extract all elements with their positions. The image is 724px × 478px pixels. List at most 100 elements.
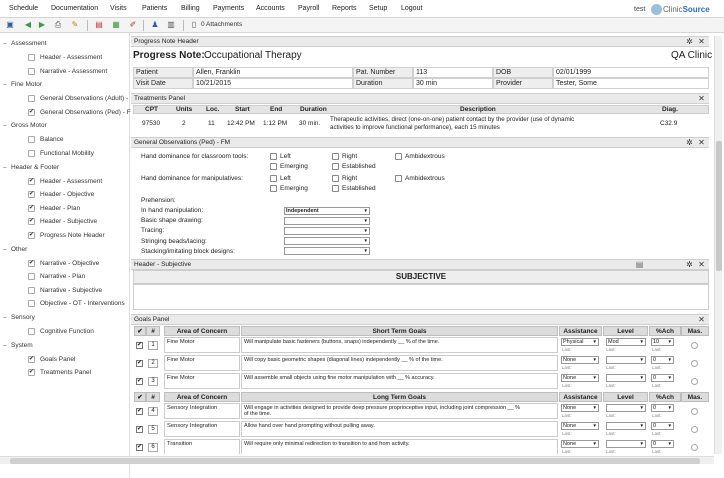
checkbox-icon[interactable] <box>28 300 35 308</box>
goal-area-of-concern[interactable]: Fine Motor <box>164 337 240 353</box>
checkbox-checked-icon[interactable]: ✔ <box>28 355 35 363</box>
mastered-radio[interactable] <box>691 378 698 385</box>
sidebar-group-6[interactable]: System <box>3 342 33 349</box>
edit-check-icon[interactable]: ✎ <box>70 20 80 30</box>
export-icon[interactable]: ▦ <box>111 20 121 30</box>
close-icon[interactable]: ✕ <box>697 37 706 46</box>
level-select[interactable] <box>606 404 646 412</box>
goal-area-of-concern[interactable]: Transition <box>164 439 240 454</box>
checkbox-icon[interactable] <box>28 286 35 294</box>
checkbox-icon[interactable] <box>28 67 35 75</box>
goal-text[interactable]: Will require only minimal redirection to… <box>241 439 558 454</box>
percent-achieved-select[interactable]: 10 <box>651 338 674 346</box>
settings-icon[interactable]: ✲ <box>685 260 694 269</box>
checkbox-icon[interactable] <box>28 136 35 144</box>
assistance-select[interactable]: None <box>561 422 599 430</box>
menu-setup[interactable]: Setup <box>369 5 387 12</box>
menu-visits[interactable]: Visits <box>110 5 127 12</box>
goal-text[interactable]: Will copy basic geometric shapes (diagon… <box>241 355 558 371</box>
assistance-select[interactable]: Physical <box>561 338 599 346</box>
percent-achieved-select[interactable]: 0 <box>651 422 674 430</box>
mastered-radio[interactable] <box>691 360 698 367</box>
goal-checkbox-checked-icon[interactable]: ✔ <box>136 342 143 349</box>
checkbox-checked-icon[interactable]: ✔ <box>28 218 35 226</box>
goal-text[interactable]: Will assemble small objects using fine m… <box>241 373 558 389</box>
sidebar-group-4[interactable]: Other <box>3 246 27 253</box>
checkbox-checked-icon[interactable]: ✔ <box>28 369 35 377</box>
mastered-radio[interactable] <box>691 408 698 415</box>
goal-checkbox-checked-icon[interactable]: ✔ <box>136 426 143 433</box>
settings-icon[interactable]: ✲ <box>685 138 694 147</box>
classroom-emerging-radio[interactable] <box>270 163 277 170</box>
sidebar-group-2[interactable]: Gross Motor <box>3 122 47 129</box>
checkbox-checked-icon[interactable]: ✔ <box>28 204 35 212</box>
assistance-select[interactable]: None <box>561 356 599 364</box>
manip-left-radio[interactable] <box>270 175 277 182</box>
menu-payroll[interactable]: Payroll <box>298 5 319 12</box>
close-icon[interactable]: ✕ <box>697 94 706 103</box>
goal-area-of-concern[interactable]: Sensory Integration <box>164 421 240 437</box>
goal-checkbox-checked-icon[interactable]: ✔ <box>136 360 143 367</box>
arrow-right-icon[interactable]: ▶ <box>37 20 47 30</box>
observation-select[interactable] <box>284 237 370 246</box>
menu-accounts[interactable]: Accounts <box>256 5 285 12</box>
menu-billing[interactable]: Billing <box>181 5 200 12</box>
pencil-icon[interactable]: ✐ <box>128 20 138 30</box>
check-all-icon[interactable]: ✔ <box>134 392 146 402</box>
manip-emerging-radio[interactable] <box>270 185 277 192</box>
attachments-count[interactable]: 0 Attachments <box>201 21 242 28</box>
goal-checkbox-checked-icon[interactable]: ✔ <box>136 444 143 451</box>
goal-area-of-concern[interactable]: Sensory Integration <box>164 403 240 419</box>
sidebar-group-5[interactable]: Sensory <box>3 314 35 321</box>
pdf-icon[interactable]: ▤ <box>94 20 104 30</box>
manip-right-radio[interactable] <box>332 175 339 182</box>
menu-logout[interactable]: Logout <box>401 5 422 12</box>
goal-text[interactable]: Allow hand over hand prompting without p… <box>241 421 558 437</box>
sidebar-group-3[interactable]: Header & Footer <box>3 164 59 171</box>
vertical-scrollbar[interactable] <box>714 36 722 454</box>
calendar-icon[interactable]: ▥ <box>166 20 176 30</box>
settings-icon[interactable]: ✲ <box>685 37 694 46</box>
classroom-right-radio[interactable] <box>332 153 339 160</box>
menu-patients[interactable]: Patients <box>142 5 167 12</box>
percent-achieved-select[interactable]: 0 <box>651 356 674 364</box>
menu-schedule[interactable]: Schedule <box>9 5 38 12</box>
mastered-radio[interactable] <box>691 342 698 349</box>
close-icon[interactable]: ✕ <box>697 260 706 269</box>
checkbox-checked-icon[interactable]: ✔ <box>28 191 35 199</box>
level-select[interactable] <box>606 356 646 364</box>
classroom-left-radio[interactable] <box>270 153 277 160</box>
level-select[interactable] <box>606 440 646 448</box>
close-icon[interactable]: ✕ <box>697 315 706 324</box>
checkbox-icon[interactable] <box>28 95 35 103</box>
checkbox-icon[interactable] <box>28 54 35 61</box>
level-select[interactable]: Mod <box>606 338 646 346</box>
check-all-icon[interactable]: ✔ <box>134 326 146 336</box>
checkbox-checked-icon[interactable]: ✔ <box>28 108 35 116</box>
assistance-select[interactable]: None <box>561 440 599 448</box>
goal-text[interactable]: Will engage in activities designed to pr… <box>241 403 558 419</box>
assistance-select[interactable]: None <box>561 404 599 412</box>
classroom-established-radio[interactable] <box>332 163 339 170</box>
checkbox-icon[interactable] <box>28 328 35 335</box>
goal-text[interactable]: Will manipulate basic fasteners (buttons… <box>241 337 558 353</box>
mastered-radio[interactable] <box>691 426 698 433</box>
checkbox-icon[interactable] <box>28 150 35 157</box>
assistance-select[interactable]: None <box>561 374 599 382</box>
checkbox-checked-icon[interactable]: ✔ <box>28 259 35 267</box>
mastered-radio[interactable] <box>691 444 698 451</box>
percent-achieved-select[interactable]: 0 <box>651 374 674 382</box>
sidebar-group-1[interactable]: Fine Motor <box>3 81 42 88</box>
manip-ambidextrous-radio[interactable] <box>395 175 402 182</box>
percent-achieved-select[interactable]: 0 <box>651 440 674 448</box>
menu-documentation[interactable]: Documentation <box>51 5 98 12</box>
goal-area-of-concern[interactable]: Fine Motor <box>164 355 240 371</box>
goal-checkbox-checked-icon[interactable]: ✔ <box>136 378 143 385</box>
sidebar-group-0[interactable]: Assessment <box>3 40 46 47</box>
save-icon[interactable]: ▣ <box>5 20 15 30</box>
arrow-left-icon[interactable]: ◀ <box>23 20 33 30</box>
horizontal-scrollbar[interactable] <box>0 456 714 464</box>
vertical-scroll-thumb[interactable] <box>716 141 722 271</box>
checkbox-checked-icon[interactable]: ✔ <box>28 232 35 239</box>
level-select[interactable] <box>606 374 646 382</box>
